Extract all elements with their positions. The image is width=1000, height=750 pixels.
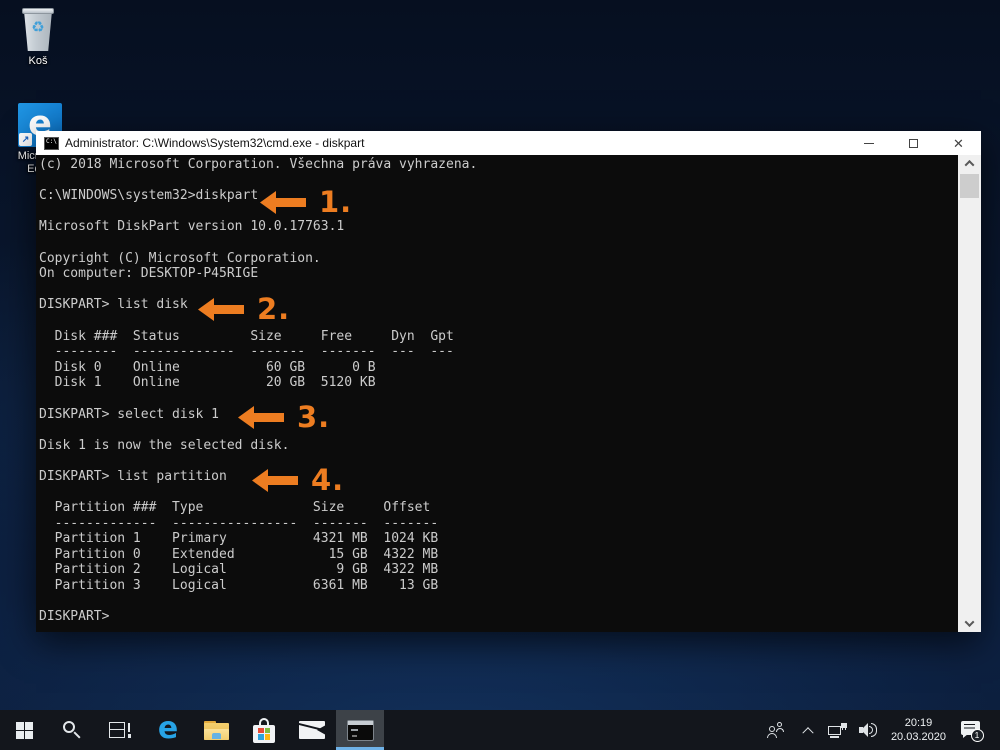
cmd-window: C:\ Administrator: C:\Windows\System32\c… [36,131,981,632]
close-button[interactable]: ✕ [936,131,981,155]
minimize-icon [864,143,874,144]
chevron-up-icon [802,727,813,738]
annotation-step-3: 3. [238,401,330,433]
desktop-icon-recycle-bin[interactable]: ♻ Koš [9,8,67,68]
terminal-output-area[interactable]: (c) 2018 Microsoft Corporation. Všechna … [36,155,981,632]
close-icon: ✕ [953,137,964,150]
annotation-number: 1. [319,185,352,219]
taskbar-mail-button[interactable] [288,710,336,750]
tray-overflow-button[interactable] [793,710,823,750]
action-center-button[interactable]: 1 [952,710,990,750]
maximize-icon [909,139,918,148]
volume-button[interactable] [853,710,885,750]
taskbar-cmd-button[interactable] [336,710,384,750]
recycle-symbol-icon: ♻ [20,18,56,36]
taskbar-store-button[interactable] [240,710,288,750]
scrollbar-thumb[interactable] [960,174,979,198]
search-icon [63,721,81,739]
scroll-up-button[interactable] [958,155,981,172]
speaker-icon [859,722,878,738]
maximize-button[interactable] [891,131,936,155]
taskbar-edge-button[interactable]: e [144,710,192,750]
windows-logo-icon [16,722,33,739]
annotation-step-1: 1. [260,186,352,218]
arrow-left-icon [238,405,284,430]
minimize-button[interactable] [846,131,891,155]
annotation-number: 4. [311,463,344,497]
people-button[interactable] [759,710,793,750]
annotation-step-2: 2. [198,293,290,325]
start-button[interactable] [0,710,48,750]
taskbar: e [0,710,1000,750]
people-icon [767,722,784,738]
cmd-window-icon: C:\ [44,137,59,150]
file-explorer-icon [204,721,229,740]
arrow-left-icon [198,297,244,322]
taskbar-clock[interactable]: 20:19 20.03.2020 [885,716,952,744]
arrow-left-icon [260,190,306,215]
notification-icon: 1 [961,721,982,740]
window-titlebar[interactable]: C:\ Administrator: C:\Windows\System32\c… [36,131,981,155]
mail-icon [299,721,325,739]
network-status-button[interactable] [823,710,853,750]
task-view-button[interactable] [96,710,144,750]
taskbar-search-button[interactable] [48,710,96,750]
chevron-down-icon [965,617,975,627]
annotation-number: 2. [257,292,290,326]
taskbar-file-explorer-button[interactable] [192,710,240,750]
shortcut-arrow-icon: ↗ [19,133,32,146]
recycle-bin-icon: ♻ [20,8,56,52]
clock-date: 20.03.2020 [891,730,946,744]
terminal-text: (c) 2018 Microsoft Corporation. Všechna … [36,155,981,625]
screen: { "desktop": { "recycle_label": "Koš", "… [0,0,1000,750]
network-icon [828,723,847,738]
annotation-step-4: 4. [252,464,344,496]
edge-icon: e [158,714,178,744]
vertical-scrollbar[interactable] [958,155,981,632]
notification-badge: 1 [971,729,984,742]
annotation-number: 3. [297,400,330,434]
command-prompt-icon [347,720,374,741]
scroll-down-button[interactable] [958,615,981,632]
recycle-bin-label: Koš [9,55,67,68]
window-title: Administrator: C:\Windows\System32\cmd.e… [65,136,846,150]
arrow-left-icon [252,468,298,493]
chevron-up-icon [965,160,975,170]
clock-time: 20:19 [891,716,946,730]
microsoft-store-icon [253,718,275,743]
task-view-icon [109,722,131,739]
